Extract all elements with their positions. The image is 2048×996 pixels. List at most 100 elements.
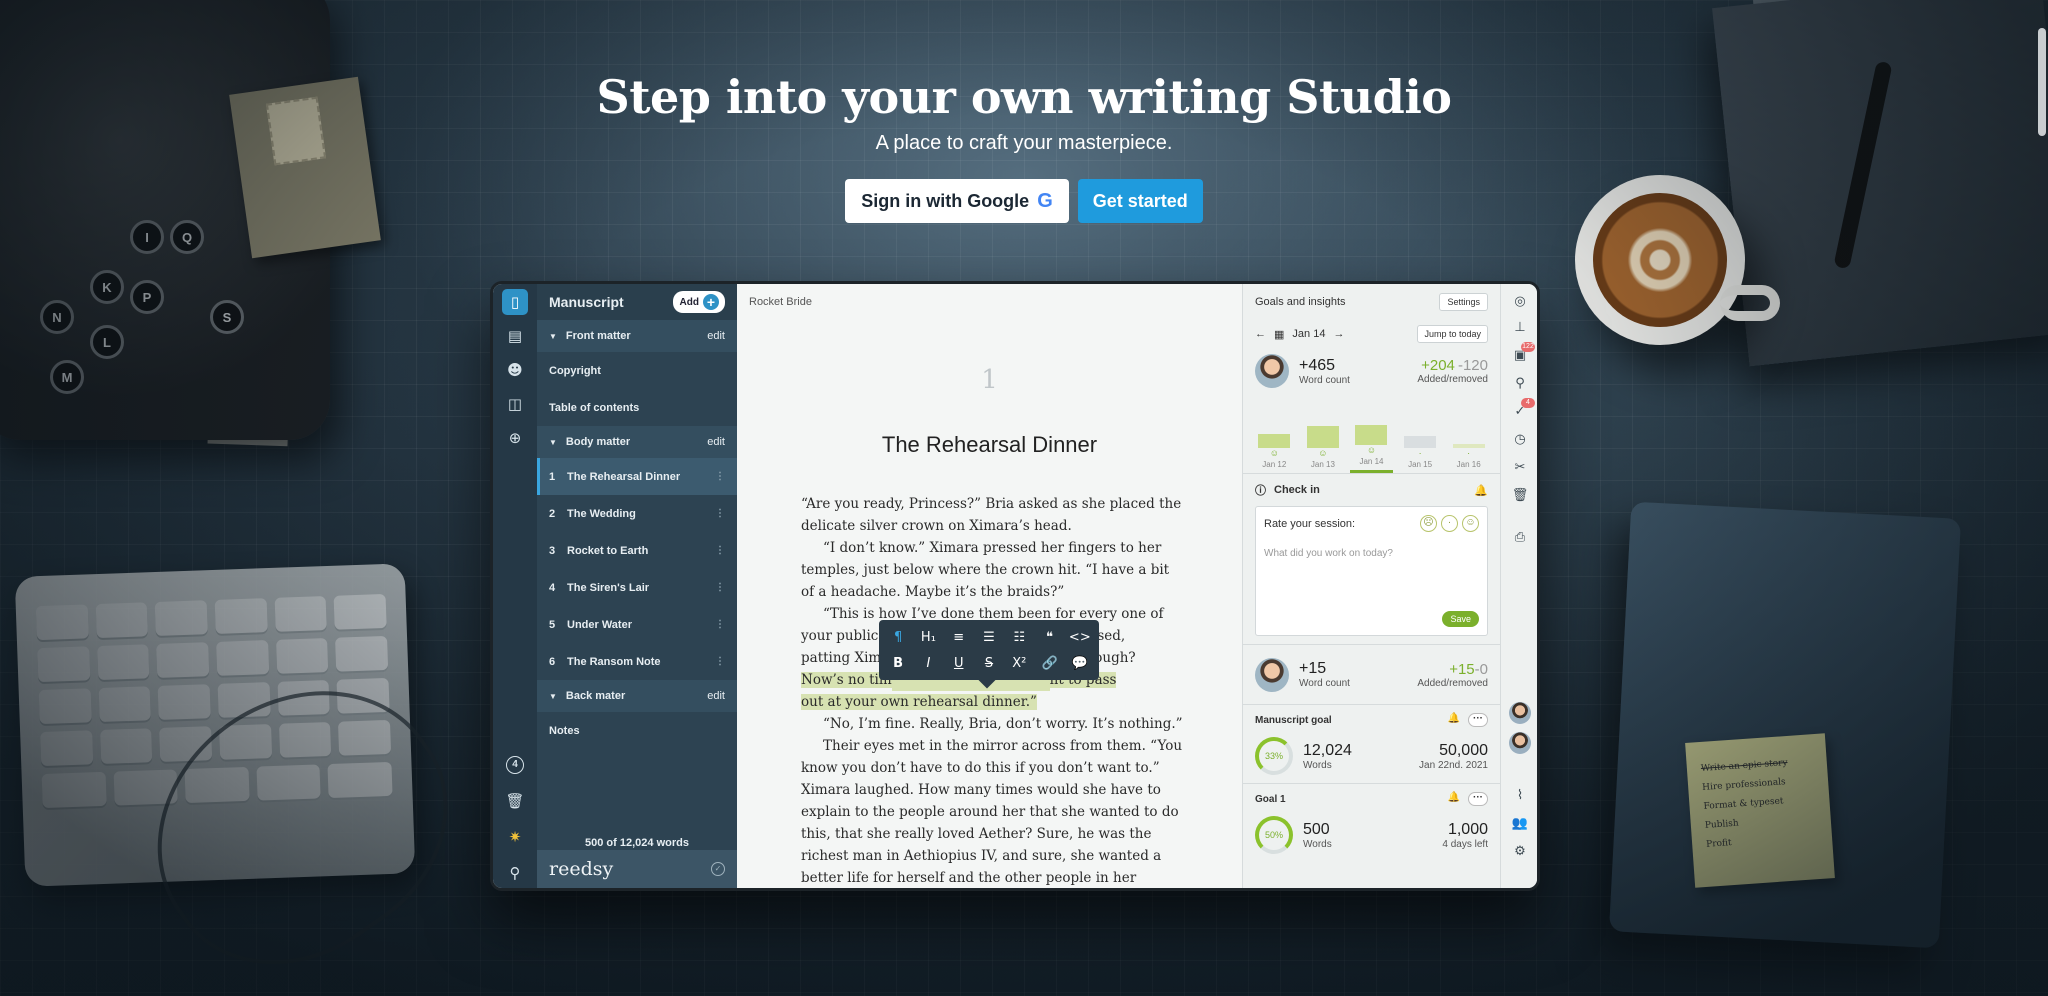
added-removed-label: Added/removed: [1417, 374, 1488, 385]
sidebar-footer: reedsy ✓: [537, 850, 737, 888]
collaborator-avatar[interactable]: [1509, 702, 1531, 724]
pin-icon[interactable]: ⊥: [1510, 318, 1530, 338]
bell-icon[interactable]: 🔔: [1448, 713, 1460, 727]
format-toolbar: ¶ H₁ ≡ ☰ ☷ ❝ <> B I U S X² 🔗 💬: [879, 620, 1099, 689]
chapter-item[interactable]: 3 Rocket to Earth ⋮: [537, 532, 737, 569]
smile-icon: ·: [1418, 448, 1422, 458]
drag-handle-icon[interactable]: ⋮: [715, 619, 725, 630]
chapter-item[interactable]: 1 The Rehearsal Dinner ⋮: [537, 458, 737, 495]
save-button[interactable]: Save: [1442, 611, 1479, 627]
code-icon[interactable]: <>: [1067, 630, 1093, 645]
bell-icon[interactable]: 🔔: [1448, 792, 1460, 806]
search-icon[interactable]: ⚲: [502, 860, 528, 886]
drag-handle-icon[interactable]: ⋮: [715, 656, 725, 667]
search-icon[interactable]: ⚲: [1510, 374, 1530, 394]
next-arrow-icon[interactable]: →: [1333, 328, 1344, 340]
happy-face-icon[interactable]: ☺: [1462, 515, 1479, 532]
map-icon[interactable]: ◫: [502, 391, 528, 417]
day-column[interactable]: · Jan 16: [1447, 400, 1490, 473]
chapter-item[interactable]: 6 The Ransom Note ⋮: [537, 643, 737, 680]
settings-button[interactable]: Settings: [1439, 293, 1488, 311]
editor-pane: Rocket Bride 1 The Rehearsal Dinner “Are…: [737, 284, 1242, 888]
section-front-matter[interactable]: ▼ Front matter edit: [537, 320, 737, 352]
chapter-item[interactable]: 5 Under Water ⋮: [537, 606, 737, 643]
trash-icon[interactable]: 🗑: [1510, 486, 1530, 506]
add-button[interactable]: Add +: [672, 291, 725, 313]
smile-icon: ·: [1467, 448, 1471, 458]
manuscript-icon[interactable]: ▯: [502, 289, 528, 315]
sad-face-icon[interactable]: ☹: [1420, 515, 1437, 532]
smile-icon: ☺: [1269, 448, 1279, 458]
notifications-count-icon[interactable]: 4: [502, 752, 528, 778]
words-today: +465: [1299, 356, 1336, 374]
rss-icon[interactable]: ⌇: [1510, 786, 1530, 806]
superscript-icon[interactable]: X²: [1006, 656, 1032, 671]
chapter-label: The Ransom Note: [567, 655, 661, 668]
quote-icon[interactable]: ❝: [1037, 630, 1063, 645]
day-column[interactable]: ☺ Jan 13: [1302, 400, 1345, 473]
drag-handle-icon[interactable]: ⋮: [715, 582, 725, 593]
trash-icon[interactable]: 🗑: [502, 788, 528, 814]
drag-handle-icon[interactable]: ⋮: [715, 545, 725, 556]
collaborator-avatar[interactable]: [1509, 732, 1531, 754]
underline-icon[interactable]: U: [946, 656, 972, 671]
chapter-item[interactable]: 4 The Siren's Lair ⋮: [537, 569, 737, 606]
chapter-title[interactable]: The Rehearsal Dinner: [737, 432, 1242, 458]
goal-target: 1,000: [1447, 820, 1488, 838]
current-date: Jan 14: [1292, 328, 1326, 340]
sidebar-item-notes[interactable]: Notes: [537, 712, 737, 749]
section-label: Back mater: [565, 690, 626, 702]
chapter-item[interactable]: 2 The Wedding ⋮: [537, 495, 737, 532]
target-icon[interactable]: ◎: [1510, 292, 1530, 312]
drag-handle-icon[interactable]: ⋮: [715, 471, 725, 482]
checkin-input[interactable]: What did you work on today?: [1264, 548, 1479, 559]
edit-link[interactable]: edit: [707, 330, 725, 342]
edit-link[interactable]: edit: [707, 436, 725, 448]
day-column[interactable]: · Jan 15: [1399, 400, 1442, 473]
scissors-icon[interactable]: ✂: [1510, 458, 1530, 478]
day-label: Jan 15: [1408, 460, 1433, 469]
history-icon[interactable]: ◷: [1510, 430, 1530, 450]
editor-body[interactable]: “Are you ready, Princess?” Bria asked as…: [801, 493, 1186, 888]
bullet-list-icon[interactable]: ☰: [976, 630, 1002, 645]
paragraph: Their eyes met in the mirror across from…: [801, 738, 1183, 886]
more-icon[interactable]: ···: [1468, 713, 1488, 727]
sidebar-header: Manuscript Add +: [537, 284, 737, 320]
gear-icon[interactable]: ⚙: [1510, 842, 1530, 862]
link-icon[interactable]: 🔗: [1037, 656, 1063, 671]
get-started-button[interactable]: Get started: [1077, 179, 1203, 223]
section-back-matter[interactable]: ▼ Back mater edit: [537, 680, 737, 712]
strikethrough-icon[interactable]: S: [976, 656, 1002, 671]
neutral-face-icon[interactable]: ·: [1441, 515, 1458, 532]
italic-icon[interactable]: I: [915, 656, 941, 671]
jump-today-button[interactable]: Jump to today: [1417, 325, 1488, 343]
paragraph-icon[interactable]: ¶: [885, 630, 911, 645]
sidebar-item-copyright[interactable]: Copyright: [537, 352, 737, 389]
day-label: Jan 13: [1310, 460, 1335, 469]
more-icon[interactable]: ···: [1468, 792, 1488, 806]
bold-icon[interactable]: B: [885, 656, 911, 671]
numbered-list-icon[interactable]: ☷: [1006, 630, 1032, 645]
rate-label: Rate your session:: [1264, 517, 1356, 530]
prev-arrow-icon[interactable]: ←: [1255, 328, 1266, 340]
bell-icon[interactable]: 🔔: [1474, 484, 1488, 497]
align-icon[interactable]: ≡: [946, 630, 972, 645]
check-icon[interactable]: ✓: [711, 862, 725, 876]
drag-handle-icon[interactable]: ⋮: [715, 508, 725, 519]
smile-icon: ☺: [1366, 445, 1377, 455]
day-column[interactable]: ☺ Jan 12: [1253, 400, 1296, 473]
clipboard-icon[interactable]: ▤: [502, 323, 528, 349]
print-icon[interactable]: ⎙: [1510, 528, 1530, 548]
page-scrollbar[interactable]: [2038, 28, 2046, 136]
edit-link[interactable]: edit: [707, 690, 725, 702]
comment-icon[interactable]: 💬: [1067, 656, 1093, 671]
heading-icon[interactable]: H₁: [915, 630, 941, 645]
day-column[interactable]: ☺ Jan 14: [1350, 400, 1393, 473]
sun-icon[interactable]: ✷: [502, 824, 528, 850]
alien-icon[interactable]: ☻: [502, 357, 528, 383]
users-icon[interactable]: 👥: [1510, 814, 1530, 834]
add-icon[interactable]: ⊕: [502, 425, 528, 451]
section-body-matter[interactable]: ▼ Body matter edit: [537, 426, 737, 458]
sidebar-item-toc[interactable]: Table of contents: [537, 389, 737, 426]
google-signin-button[interactable]: Sign in with Google G: [845, 179, 1069, 223]
